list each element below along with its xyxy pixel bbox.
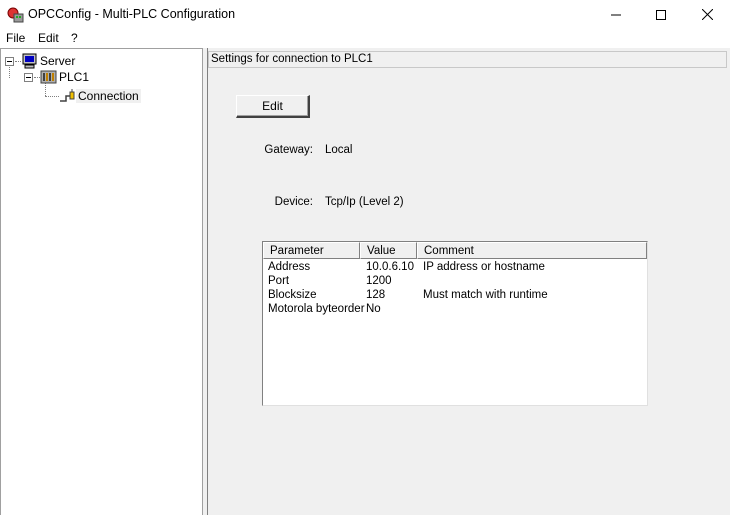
tree-label-plc1: PLC1 (59, 70, 90, 84)
table-row-blocksize-value[interactable]: 128 (366, 289, 385, 301)
menu-bar: File Edit ? (0, 29, 730, 48)
settings-header: Settings for connection to PLC1 (208, 51, 727, 68)
parameter-table[interactable]: Parameter Value Comment Address 10.0.6.1… (262, 241, 648, 406)
column-header-parameter[interactable]: Parameter (263, 242, 360, 259)
tree-view[interactable]: Server PLC1 Connection (0, 48, 203, 515)
maximize-icon (656, 9, 666, 20)
gateway-label: Gateway: (264, 144, 313, 156)
window-title: OPCConfig - Multi-PLC Configuration (28, 7, 236, 21)
table-row-port-value[interactable]: 1200 (366, 275, 392, 287)
title-bar: OPCConfig - Multi-PLC Configuration (0, 0, 730, 29)
settings-pane: Settings for connection to PLC1 Edit Gat… (207, 48, 730, 515)
column-header-value[interactable]: Value (360, 242, 417, 259)
menu-help[interactable]: ? (71, 31, 78, 45)
gateway-value: Local (325, 144, 353, 156)
table-row-byteorder-parameter[interactable]: Motorola byteorder (268, 303, 365, 315)
computer-icon (22, 53, 37, 69)
minimize-button[interactable] (593, 0, 639, 29)
close-icon (701, 9, 713, 20)
plc-icon (40, 70, 57, 84)
column-header-comment[interactable]: Comment (417, 242, 647, 259)
tree-item-connection[interactable]: Connection (59, 88, 141, 104)
tree-label-server: Server (40, 54, 76, 68)
table-row-blocksize-comment[interactable]: Must match with runtime (423, 289, 548, 301)
menu-file[interactable]: File (6, 31, 25, 45)
tree-item-server[interactable]: Server (21, 53, 77, 69)
menu-edit[interactable]: Edit (38, 31, 59, 45)
tree-connector (45, 96, 59, 97)
tree-label-connection: Connection (76, 89, 141, 103)
tree-connector (9, 67, 10, 78)
table-row-byteorder-value[interactable]: No (366, 303, 381, 315)
app-icon (6, 6, 24, 24)
table-header: Parameter Value Comment (263, 242, 647, 259)
connection-icon (60, 89, 75, 102)
close-button[interactable] (684, 0, 730, 29)
minimize-icon (611, 14, 621, 15)
tree-item-plc1[interactable]: PLC1 (40, 69, 91, 85)
server-collapse-toggle[interactable] (5, 57, 14, 66)
device-value: Tcp/Ip (Level 2) (325, 196, 404, 208)
table-row-address-value[interactable]: 10.0.6.10 (366, 261, 414, 273)
table-row-address-parameter[interactable]: Address (268, 261, 310, 273)
edit-button[interactable]: Edit (236, 95, 310, 118)
table-row-blocksize-parameter[interactable]: Blocksize (268, 289, 317, 301)
table-row-port-parameter[interactable]: Port (268, 275, 289, 287)
device-label: Device: (274, 196, 313, 208)
table-row-address-comment[interactable]: IP address or hostname (423, 261, 545, 273)
maximize-button[interactable] (638, 0, 684, 29)
plc-collapse-toggle[interactable] (24, 73, 33, 82)
